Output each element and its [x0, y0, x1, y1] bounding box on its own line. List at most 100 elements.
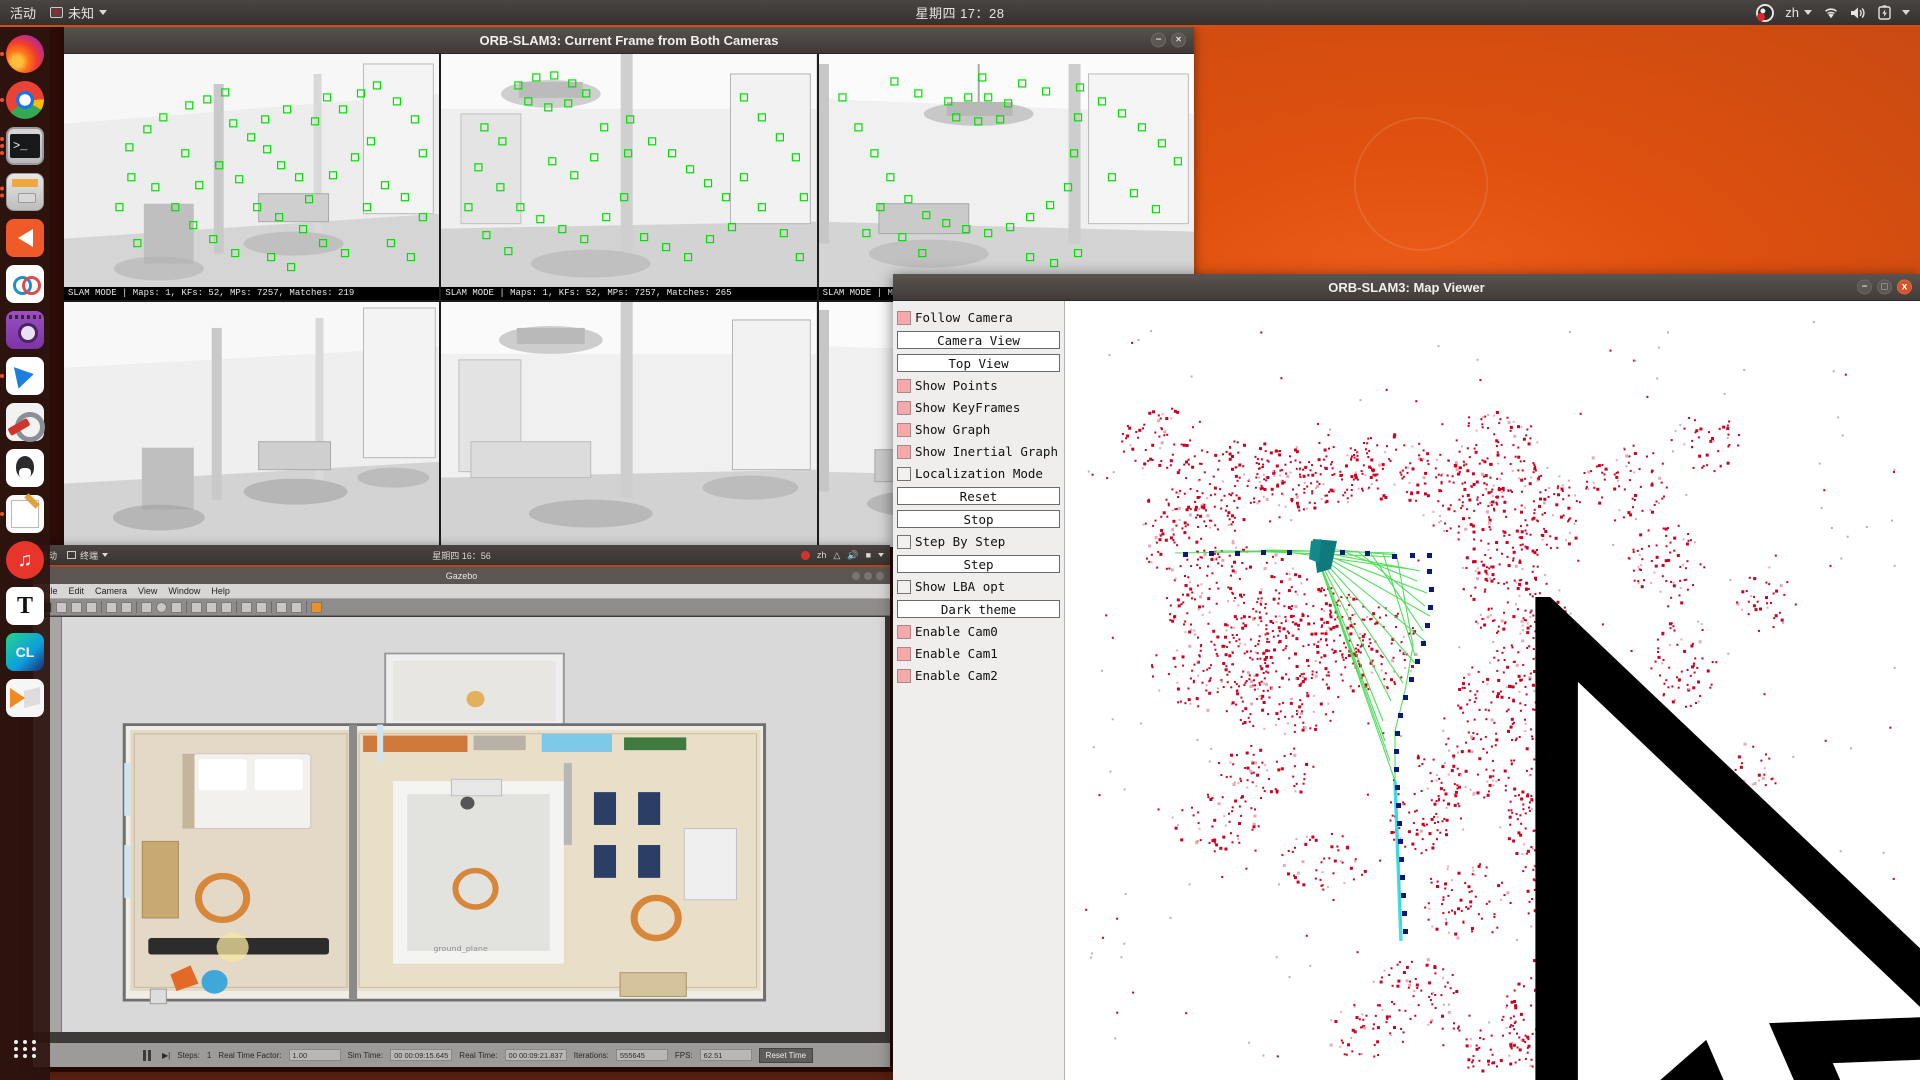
snap-tool-icon[interactable] [291, 601, 302, 613]
obs-recording-icon[interactable] [1756, 3, 1775, 22]
copy-tool-icon[interactable] [241, 601, 252, 613]
camera-frame-cell: SLAM MODE | Maps: 1, KFs: 52, MPs: 7257,… [441, 54, 817, 300]
dock-item-chrome[interactable] [0, 79, 46, 121]
dock-item-files[interactable] [0, 171, 46, 213]
maximize-button[interactable]: □ [1877, 279, 1892, 295]
firefox-icon [6, 35, 44, 73]
step-by-step-checkbox[interactable]: Step By Step [897, 533, 1060, 550]
sim-time-value: 00 00:09:15.645 [390, 1049, 453, 1061]
menu-item-camera[interactable]: Camera [95, 586, 127, 596]
dock-item-firefox[interactable] [0, 33, 46, 75]
pause-button[interactable] [143, 1049, 151, 1061]
menu-item-window[interactable]: Window [168, 586, 200, 596]
localization-mode-checkbox[interactable]: Localization Mode [897, 465, 1060, 482]
dock-item-box-app[interactable] [4, 677, 46, 719]
paste-tool-icon[interactable] [256, 601, 267, 613]
keyboard-layout-indicator[interactable]: zh [1785, 5, 1812, 20]
undo-tool-icon[interactable] [106, 601, 117, 613]
enable-cam1-checkbox[interactable]: Enable Cam1 [897, 645, 1060, 662]
enable-cam2-checkbox[interactable]: Enable Cam2 [897, 667, 1060, 684]
align-tool-icon[interactable] [276, 601, 287, 613]
checkbox-icon [897, 378, 911, 393]
dock-item-music[interactable]: ♫ [4, 539, 46, 581]
gazebo-minimize-button[interactable] [852, 571, 860, 580]
dock-item-blue-arrow-app[interactable] [0, 355, 46, 397]
show-points-checkbox[interactable]: Show Points [897, 377, 1060, 394]
point-light-tool-icon[interactable] [191, 601, 202, 613]
activities-button[interactable]: 活动 [10, 3, 36, 22]
gazebo-3d-viewport[interactable]: ground_plane [62, 617, 885, 1032]
close-button[interactable]: x [1897, 279, 1912, 295]
clion-icon: CL [6, 633, 44, 671]
dock-item-settings[interactable] [4, 401, 46, 443]
map-viewer-controls-panel: Follow Camera Camera View Top View Show … [893, 301, 1065, 1080]
sphere-tool-icon[interactable] [156, 601, 167, 613]
control-label: Enable Cam2 [915, 668, 998, 683]
camera-view-button[interactable]: Camera View [897, 331, 1060, 349]
screenshot-tool-icon[interactable] [311, 601, 322, 613]
chevron-down-icon [1804, 10, 1812, 15]
system-menu-caret-icon[interactable] [1902, 10, 1910, 15]
menu-item-edit[interactable]: Edit [69, 586, 85, 596]
reset-button[interactable]: Reset [897, 487, 1060, 505]
dock-item-media-studio[interactable] [4, 309, 46, 351]
wifi-icon[interactable] [1823, 6, 1839, 20]
dark-theme-button[interactable]: Dark theme [897, 600, 1060, 618]
menu-item-view[interactable]: View [138, 586, 157, 596]
gazebo-toolbar [33, 599, 890, 616]
checkbox-icon [897, 624, 911, 639]
control-label: Show Inertial Graph [915, 444, 1058, 459]
settings-gear-icon [6, 403, 45, 442]
window-menu-button[interactable]: 未知 [50, 3, 108, 22]
dock-item-terminal[interactable]: >_ [0, 125, 46, 167]
minimize-button[interactable]: − [1857, 279, 1872, 295]
gazebo-window[interactable]: 活动 终端 星期四 16：56 zh △ 🔊 ■ Gazebo File Edi… [33, 545, 890, 1067]
show-lba-opt-checkbox[interactable]: Show LBA opt [897, 578, 1060, 595]
minimize-button[interactable]: − [1151, 32, 1166, 48]
show-graph-checkbox[interactable]: Show Graph [897, 421, 1060, 438]
dock-item-notes[interactable] [0, 493, 46, 535]
terminal-icon: >_ [6, 127, 44, 165]
map-viewer-window[interactable]: ORB-SLAM3: Map Viewer − □ x Follow Camer… [893, 274, 1920, 1080]
current-frame-titlebar[interactable]: ORB-SLAM3: Current Frame from Both Camer… [64, 27, 1194, 54]
gazebo-close-button[interactable] [876, 571, 884, 580]
show-applications-button[interactable] [4, 1028, 46, 1070]
chevron-down-icon [99, 10, 108, 15]
dock-item-typora[interactable]: T [4, 585, 46, 627]
steps-value[interactable]: 1 [207, 1051, 211, 1060]
real-time-value: 00 00:09:21.837 [504, 1049, 567, 1061]
enable-cam0-checkbox[interactable]: Enable Cam0 [897, 623, 1060, 640]
translate-tool-icon[interactable] [56, 601, 67, 613]
steps-label: Steps: [177, 1050, 200, 1060]
redo-tool-icon[interactable] [121, 601, 132, 613]
map-point-cloud-canvas[interactable] [1065, 301, 1920, 1080]
show-inertial-graph-checkbox[interactable]: Show Inertial Graph [897, 443, 1060, 460]
clock[interactable]: 星期四 17：28 [0, 3, 1920, 22]
follow-camera-checkbox[interactable]: Follow Camera [897, 309, 1060, 326]
map-viewer-titlebar[interactable]: ORB-SLAM3: Map Viewer − □ x [893, 274, 1920, 301]
battery-icon[interactable] [1878, 5, 1891, 20]
stop-button[interactable]: Stop [897, 510, 1060, 528]
step-forward-button[interactable]: ▶| [162, 1051, 170, 1060]
dock-item-rings-app[interactable] [4, 263, 46, 305]
control-label: Show KeyFrames [915, 400, 1021, 415]
close-button[interactable]: × [1171, 32, 1186, 48]
spot-light-tool-icon[interactable] [206, 601, 217, 613]
reset-time-button[interactable]: Reset Time [758, 1047, 814, 1063]
step-button[interactable]: Step [897, 555, 1060, 573]
dock-item-video-player[interactable] [4, 217, 46, 259]
box-tool-icon[interactable] [141, 601, 152, 613]
gazebo-maximize-button[interactable] [864, 571, 872, 580]
volume-icon[interactable] [1850, 6, 1867, 20]
directional-light-tool-icon[interactable] [221, 601, 232, 613]
menu-item-help[interactable]: Help [211, 586, 230, 596]
gazebo-titlebar[interactable]: Gazebo [33, 567, 890, 584]
dock-item-qq[interactable] [4, 447, 46, 489]
rotate-tool-icon[interactable] [71, 601, 82, 613]
dock-item-clion[interactable]: CL [4, 631, 46, 673]
cylinder-tool-icon[interactable] [171, 601, 182, 613]
top-view-button[interactable]: Top View [897, 354, 1060, 372]
scale-tool-icon[interactable] [86, 601, 97, 613]
show-keyframes-checkbox[interactable]: Show KeyFrames [897, 399, 1060, 416]
room-view-cam2 [818, 54, 1194, 300]
